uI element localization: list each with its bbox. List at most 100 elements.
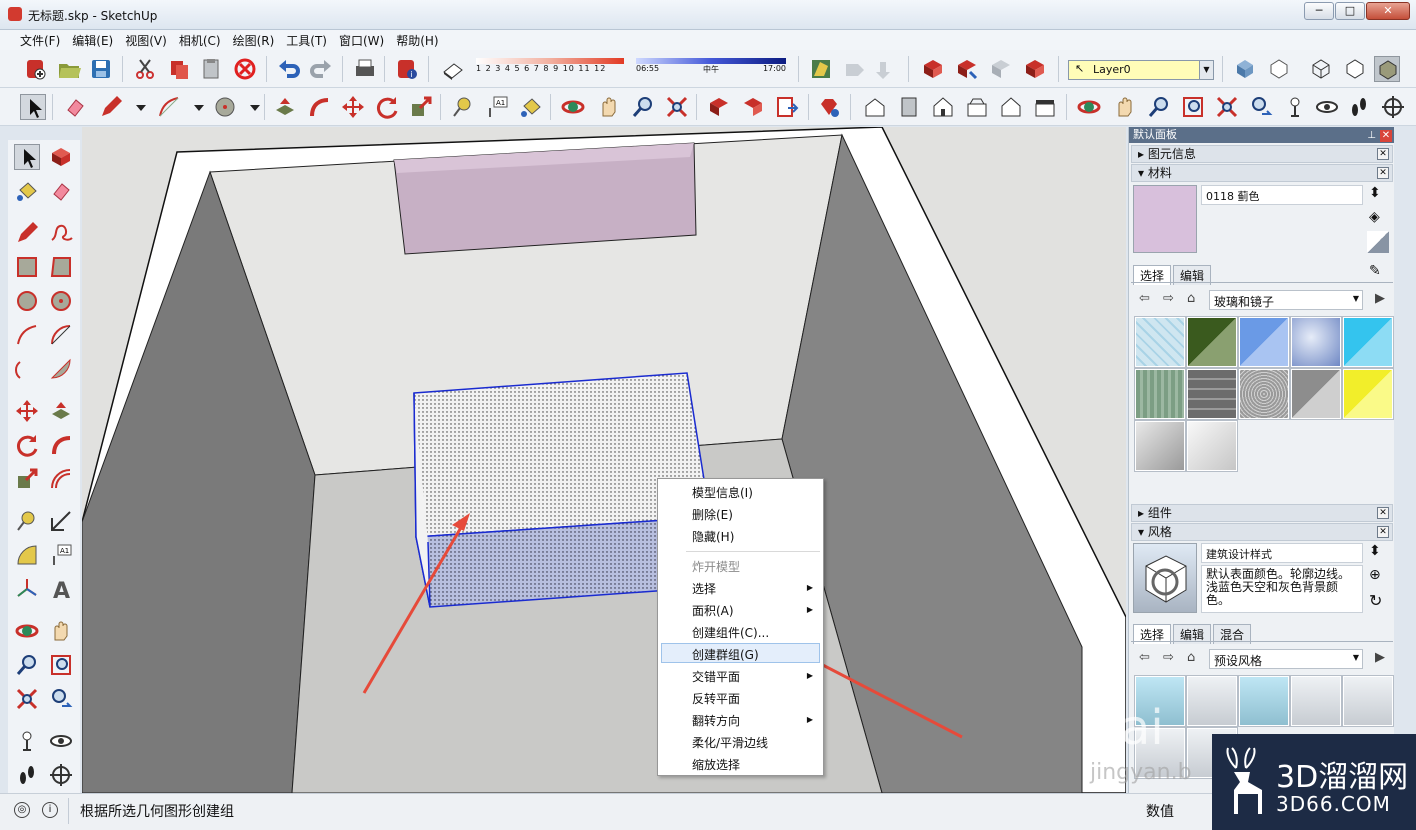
pin-icon[interactable]: ⊥ bbox=[1367, 130, 1376, 141]
walk-icon[interactable] bbox=[1346, 94, 1372, 120]
styles-collection-select[interactable]: 预设风格 ▼ bbox=[1209, 649, 1363, 669]
position-camera-icon[interactable] bbox=[14, 728, 40, 754]
arc-icon[interactable] bbox=[156, 94, 182, 120]
forward-arrow-icon[interactable]: ⇨ bbox=[1163, 650, 1174, 665]
menu-camera[interactable]: 相机(C) bbox=[173, 30, 227, 50]
ctx-zoom-selection[interactable]: 缩放选择 bbox=[692, 756, 740, 773]
dimension-icon[interactable] bbox=[48, 508, 74, 534]
shadow-toggle-icon[interactable] bbox=[440, 56, 466, 82]
style-swatch-5[interactable] bbox=[1342, 675, 1394, 727]
hidden-line-icon[interactable] bbox=[1342, 56, 1368, 82]
toggle-terrain-icon[interactable] bbox=[842, 56, 868, 82]
close-button[interactable]: ✕ bbox=[1366, 2, 1410, 20]
material-swatch-1[interactable] bbox=[1134, 316, 1186, 368]
offset-icon[interactable] bbox=[48, 466, 74, 492]
tray-close-icon[interactable]: ✕ bbox=[1380, 130, 1392, 142]
previous-view-icon[interactable] bbox=[706, 94, 732, 120]
details-arrow-icon[interactable]: ▶ bbox=[1375, 291, 1385, 306]
rotated-rectangle-icon[interactable] bbox=[48, 254, 74, 280]
redo-icon[interactable] bbox=[308, 56, 334, 82]
two-point-arc-icon[interactable] bbox=[48, 322, 74, 348]
orbit-icon[interactable] bbox=[560, 94, 586, 120]
back-edges-icon[interactable] bbox=[1266, 56, 1292, 82]
maximize-button[interactable]: □ bbox=[1335, 2, 1365, 20]
section-plane-icon[interactable] bbox=[48, 762, 74, 788]
section-plane-icon[interactable] bbox=[1380, 94, 1406, 120]
home-icon[interactable]: ⌂ bbox=[1187, 650, 1195, 665]
previous-view-icon[interactable] bbox=[48, 686, 74, 712]
left-view-icon[interactable] bbox=[1032, 94, 1058, 120]
warehouse-get-icon[interactable] bbox=[920, 56, 946, 82]
copy-icon[interactable] bbox=[166, 56, 192, 82]
drawing-area[interactable] bbox=[82, 127, 1126, 793]
look-around-icon[interactable] bbox=[1314, 94, 1340, 120]
erase-icon[interactable] bbox=[232, 56, 258, 82]
zoom-icon[interactable] bbox=[630, 94, 656, 120]
axes-icon[interactable] bbox=[14, 576, 40, 602]
follow-me-icon[interactable] bbox=[306, 94, 332, 120]
rotate-icon[interactable] bbox=[374, 94, 400, 120]
three-point-arc-icon[interactable] bbox=[14, 356, 40, 382]
pencil-icon[interactable] bbox=[98, 94, 124, 120]
materials-header[interactable]: ▾ 材料 ✕ bbox=[1131, 164, 1393, 182]
material-name-field[interactable]: 0118 蓟色 bbox=[1201, 185, 1363, 205]
zoom-extents-icon[interactable] bbox=[14, 686, 40, 712]
zoom-icon[interactable] bbox=[14, 652, 40, 678]
protractor-icon[interactable] bbox=[14, 542, 40, 568]
menu-tools[interactable]: 工具(T) bbox=[280, 30, 333, 50]
components-header[interactable]: ▸ 组件 ✕ bbox=[1131, 504, 1393, 522]
scale-icon[interactable] bbox=[14, 466, 40, 492]
material-swatch-8[interactable] bbox=[1238, 368, 1290, 420]
add-location-icon[interactable] bbox=[874, 56, 900, 82]
forward-arrow-icon[interactable]: ⇨ bbox=[1163, 291, 1174, 306]
push-pull-icon[interactable] bbox=[272, 94, 298, 120]
material-swatch-5[interactable] bbox=[1342, 316, 1394, 368]
material-swatch-9[interactable] bbox=[1290, 368, 1342, 420]
pan2-icon[interactable] bbox=[1112, 94, 1138, 120]
close-icon[interactable]: ✕ bbox=[1377, 148, 1389, 160]
home-icon[interactable]: ⌂ bbox=[1187, 291, 1195, 306]
menu-view[interactable]: 视图(V) bbox=[119, 30, 173, 50]
ctx-select[interactable]: 选择 bbox=[692, 580, 716, 597]
ctx-make-group[interactable]: 创建群组(G) bbox=[692, 646, 759, 663]
shape-dropdown-icon[interactable] bbox=[242, 94, 260, 120]
material-swatch-11[interactable] bbox=[1134, 420, 1186, 472]
material-swatch-4[interactable] bbox=[1290, 316, 1342, 368]
material-swatch-2[interactable] bbox=[1186, 316, 1238, 368]
default-material-icon[interactable] bbox=[1367, 231, 1389, 253]
warehouse-share-icon[interactable] bbox=[954, 56, 980, 82]
ctx-intersect-faces[interactable]: 交错平面 bbox=[692, 668, 740, 685]
material-swatch-6[interactable] bbox=[1134, 368, 1186, 420]
cut-icon[interactable] bbox=[132, 56, 158, 82]
pan-icon[interactable] bbox=[48, 618, 74, 644]
orbit2-icon[interactable] bbox=[1076, 94, 1102, 120]
orbit-icon[interactable] bbox=[14, 618, 40, 644]
back-view-icon[interactable] bbox=[998, 94, 1024, 120]
arc-dropdown-icon[interactable] bbox=[186, 94, 204, 120]
select-tool-icon[interactable] bbox=[20, 94, 46, 120]
ctx-delete[interactable]: 删除(E) bbox=[692, 506, 733, 523]
new-file-icon[interactable] bbox=[22, 56, 48, 82]
3d-text-icon[interactable]: A bbox=[48, 576, 74, 604]
paste-icon[interactable] bbox=[198, 56, 224, 82]
ctx-soften-edges[interactable]: 柔化/平滑边线 bbox=[692, 734, 768, 751]
next-view-icon[interactable] bbox=[740, 94, 766, 120]
menu-window[interactable]: 窗口(W) bbox=[333, 30, 390, 50]
move-icon[interactable] bbox=[340, 94, 366, 120]
wireframe-icon[interactable] bbox=[1308, 56, 1334, 82]
back-arrow-icon[interactable]: ⇦ bbox=[1139, 291, 1150, 306]
circle-icon[interactable] bbox=[14, 288, 40, 314]
close-icon[interactable]: ✕ bbox=[1377, 167, 1389, 179]
line-icon[interactable] bbox=[14, 220, 40, 246]
pencil-dropdown-icon[interactable] bbox=[128, 94, 146, 120]
menu-edit[interactable]: 编辑(E) bbox=[66, 30, 119, 50]
ctx-model-info[interactable]: 模型信息(I) bbox=[692, 484, 753, 501]
zoom-window-icon[interactable] bbox=[1180, 94, 1206, 120]
iso-view-icon[interactable] bbox=[862, 94, 888, 120]
ctx-flip-along[interactable]: 翻转方向 bbox=[692, 712, 740, 729]
entity-info-header[interactable]: ▸ 图元信息 ✕ bbox=[1131, 145, 1393, 163]
paint-bucket-icon[interactable] bbox=[14, 178, 40, 204]
open-folder-icon[interactable] bbox=[56, 56, 82, 82]
geo-location-icon[interactable] bbox=[808, 56, 834, 82]
layer-dropdown[interactable]: ↖ Layer0 ▼ bbox=[1068, 60, 1214, 80]
